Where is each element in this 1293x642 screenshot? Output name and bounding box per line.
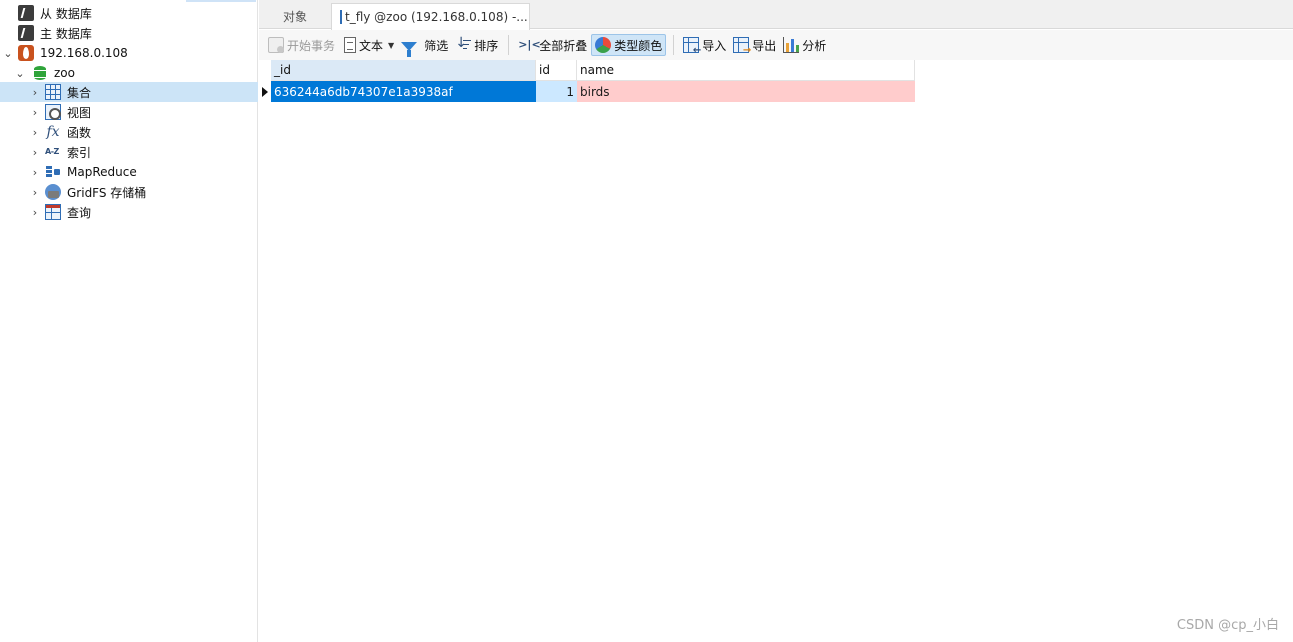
tree-item-label: 视图 bbox=[67, 105, 92, 120]
export-button[interactable]: 导出 bbox=[730, 34, 779, 56]
connection-icon bbox=[18, 5, 34, 21]
current-row-indicator-icon bbox=[262, 87, 268, 97]
button-label: 导出 bbox=[752, 38, 777, 53]
toolbar-divider bbox=[508, 35, 510, 55]
text-view-dropdown[interactable]: 文本 ▼ bbox=[339, 34, 397, 56]
column-header-label: name bbox=[580, 63, 615, 77]
column-header-label: id bbox=[539, 63, 550, 77]
column-header-_id[interactable]: _id bbox=[271, 60, 536, 81]
chevron-down-icon[interactable]: ⌄ bbox=[14, 67, 26, 80]
tree-item-label: 函数 bbox=[67, 125, 92, 140]
tree-item-database-zoo[interactable]: ⌄ zoo bbox=[0, 63, 258, 83]
tree-item-master-db[interactable]: 主 数据库 bbox=[0, 23, 258, 43]
button-label: 文本 bbox=[359, 38, 384, 53]
cell-name[interactable]: birds bbox=[577, 81, 915, 102]
object-tree-sidebar: 从 数据库 主 数据库 ⌄ 192.168.0.108 ⌄ zoo › 集合 ›… bbox=[0, 0, 258, 642]
watermark: CSDN @cp_小白 bbox=[1176, 618, 1279, 633]
gridfs-bucket-icon bbox=[45, 184, 61, 200]
tree-item-views[interactable]: › 视图 bbox=[0, 102, 258, 122]
tree-item-label: 主 数据库 bbox=[40, 26, 92, 41]
tree-item-label: 查询 bbox=[67, 205, 92, 220]
tab-objects[interactable]: 对象 bbox=[259, 3, 331, 29]
tab-label: t_fly @zoo (192.168.0.108) -... bbox=[345, 10, 528, 24]
column-header-name[interactable]: name bbox=[577, 60, 915, 81]
chevron-down-icon[interactable]: ⌄ bbox=[2, 47, 14, 60]
analyze-button[interactable]: 分析 bbox=[780, 34, 829, 56]
bar-chart-icon bbox=[783, 37, 800, 53]
chevron-right-icon[interactable]: › bbox=[29, 186, 41, 199]
chevron-right-icon[interactable]: › bbox=[29, 106, 41, 119]
export-table-icon bbox=[733, 37, 751, 56]
tree-item-slave-db[interactable]: 从 数据库 bbox=[0, 3, 258, 23]
button-label: 全部折叠 bbox=[539, 38, 588, 53]
toolbar-divider bbox=[673, 35, 675, 55]
collapse-icon: >|< bbox=[518, 38, 541, 51]
column-header-label: _id bbox=[274, 63, 291, 77]
chevron-right-icon[interactable]: › bbox=[29, 166, 41, 179]
function-fx-icon: fx bbox=[46, 124, 60, 140]
sort-icon bbox=[455, 35, 472, 53]
cell-value: birds bbox=[580, 84, 610, 99]
tree-item-queries[interactable]: › 查询 bbox=[0, 202, 258, 222]
tree-item-label: GridFS 存储桶 bbox=[67, 185, 147, 200]
tab-label: 对象 bbox=[282, 9, 307, 24]
mapreduce-icon bbox=[45, 164, 61, 180]
import-table-icon bbox=[683, 37, 701, 56]
type-color-toggle[interactable]: 类型颜色 bbox=[591, 34, 667, 56]
button-label: 排序 bbox=[474, 38, 499, 53]
tab-bar: 对象 t_fly @zoo (192.168.0.108) -... bbox=[259, 0, 1293, 30]
query-icon bbox=[45, 204, 61, 220]
cell-value: 1 bbox=[566, 84, 574, 99]
chevron-right-icon[interactable]: › bbox=[29, 206, 41, 219]
collection-table-icon bbox=[45, 84, 61, 100]
filter-button[interactable]: 筛选 bbox=[398, 34, 451, 57]
mongodb-leaf-icon bbox=[18, 45, 34, 61]
data-toolbar: 开始事务 文本 ▼ 筛选 排序 >|< 全部折叠 类型颜色 导入 导出 分析 bbox=[259, 30, 1293, 60]
tree-item-gridfs-buckets[interactable]: › GridFS 存储桶 bbox=[0, 182, 258, 202]
tree-item-label: 从 数据库 bbox=[40, 6, 92, 21]
sidebar-scroll-indicator bbox=[186, 0, 256, 2]
tree-item-collections[interactable]: › 集合 bbox=[0, 82, 258, 102]
document-icon bbox=[344, 37, 357, 53]
tree-item-label: 集合 bbox=[67, 85, 92, 100]
chevron-right-icon[interactable]: › bbox=[29, 86, 41, 99]
color-wheel-icon bbox=[595, 37, 612, 53]
database-icon bbox=[32, 65, 48, 81]
tree-item-label: 192.168.0.108 bbox=[40, 46, 128, 60]
collapse-all-button[interactable]: >|< 全部折叠 bbox=[515, 34, 590, 56]
button-label: 开始事务 bbox=[287, 38, 336, 53]
begin-transaction-button[interactable]: 开始事务 bbox=[265, 34, 338, 56]
button-label: 分析 bbox=[802, 38, 827, 53]
view-icon bbox=[45, 104, 61, 120]
collection-table-icon bbox=[340, 10, 342, 24]
cell-_id[interactable]: 636244a6db74307e1a3938af bbox=[271, 81, 536, 102]
import-button[interactable]: 导入 bbox=[680, 34, 729, 56]
tree-item-label: 索引 bbox=[67, 145, 92, 160]
column-header-id[interactable]: id bbox=[536, 60, 577, 81]
caret-down-icon: ▼ bbox=[388, 40, 395, 50]
tree-item-indexes[interactable]: › A-Z 索引 bbox=[0, 142, 258, 162]
tree-item-server-connection[interactable]: ⌄ 192.168.0.108 bbox=[0, 43, 258, 63]
button-label: 类型颜色 bbox=[614, 38, 663, 53]
tab-collection-t-fly[interactable]: t_fly @zoo (192.168.0.108) -... bbox=[331, 3, 530, 30]
transaction-icon bbox=[268, 37, 284, 53]
index-az-icon: A-Z bbox=[45, 147, 59, 156]
cell-value: 636244a6db74307e1a3938af bbox=[274, 84, 453, 99]
filter-funnel-icon bbox=[401, 41, 418, 57]
tree-item-functions[interactable]: › fx 函数 bbox=[0, 122, 258, 142]
connection-icon bbox=[18, 25, 34, 41]
button-label: 筛选 bbox=[424, 38, 449, 53]
chevron-right-icon[interactable]: › bbox=[29, 146, 41, 159]
sort-button[interactable]: 排序 bbox=[452, 34, 501, 56]
tree-item-mapreduce[interactable]: › MapReduce bbox=[0, 162, 258, 182]
cell-id[interactable]: 1 bbox=[536, 81, 577, 102]
tree-item-label: MapReduce bbox=[67, 165, 137, 179]
chevron-right-icon[interactable]: › bbox=[29, 126, 41, 139]
tree-item-label: zoo bbox=[54, 66, 75, 80]
button-label: 导入 bbox=[702, 38, 727, 53]
